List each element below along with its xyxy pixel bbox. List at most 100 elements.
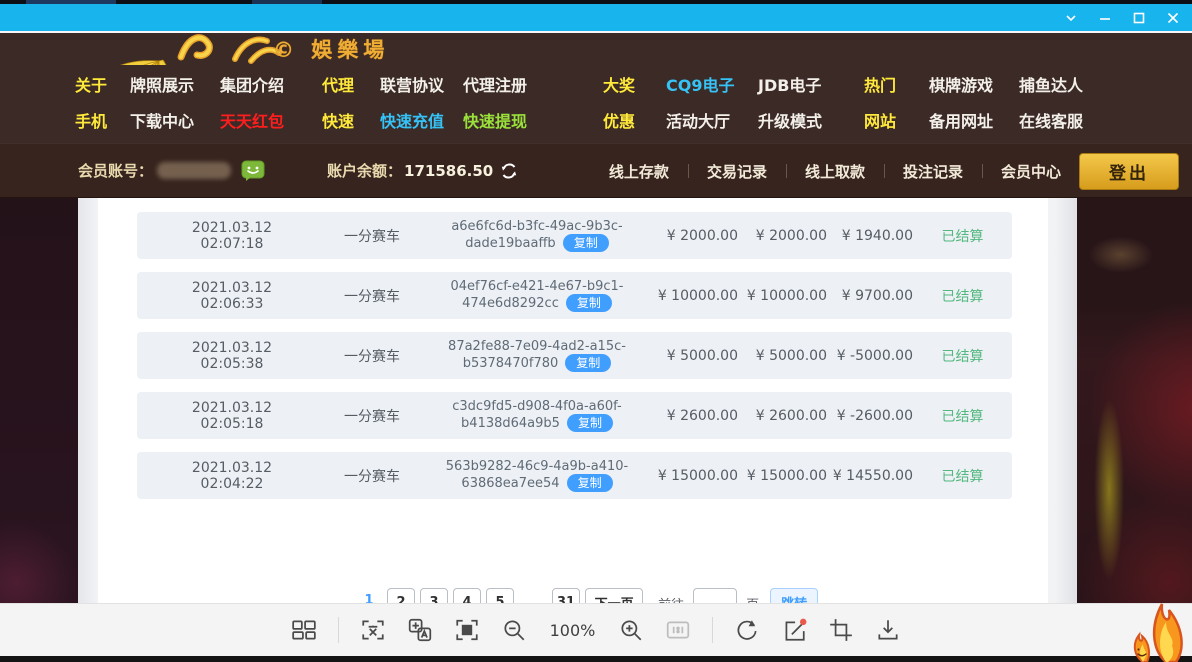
nav-item[interactable]: 代理 [322,72,380,96]
cell-win-loss: ¥ -2600.00 [827,408,913,424]
account-link[interactable]: 投注记录 [884,161,982,182]
account-link[interactable]: 线上取款 [786,161,884,182]
nav-item[interactable]: 快速充值 [380,108,463,132]
cell-win-loss: ¥ 9700.00 [827,288,913,304]
cell-status: 已结算 [913,466,1012,486]
table-row: 2021.03.12 02:05:18 一分赛车 c3dc9fd5-d908-4… [137,392,1012,439]
cell-status: 已结算 [913,286,1012,306]
cell-bet-amount: ¥ 2000.00 [657,228,738,244]
annotate-icon[interactable] [781,617,807,643]
refresh-balance-icon[interactable] [500,162,518,180]
record-time: 02:05:18 [137,416,327,432]
minimize-icon[interactable] [1088,4,1122,31]
cell-game: 一分赛车 [327,346,417,366]
one-to-one-icon[interactable] [665,617,691,643]
layout-grid-icon[interactable] [291,617,317,643]
zoom-in-icon[interactable] [618,617,644,643]
nav-item[interactable]: 天天红包 [220,108,322,132]
record-time: 02:06:33 [137,296,327,312]
phoenix-wing-icon [55,33,175,65]
table-row: 2021.03.12 02:05:38 一分赛车 87a2fe88-7e09-4… [137,332,1012,379]
rotate-icon[interactable] [734,617,760,643]
table-row: 2021.03.12 02:06:33 一分赛车 04ef76cf-e421-4… [137,272,1012,319]
logo-suffix-text: © 娛樂場 [273,34,389,64]
cell-status: 已结算 [913,226,1012,246]
nav-item[interactable]: 代理注册 [463,72,603,96]
cell-win-loss: ¥ 14550.00 [827,468,913,484]
order-id-line2: 63868ea7ee54 [461,476,559,491]
nav-item[interactable]: CQ9电子 [666,72,758,96]
records-panel: 2021.03.12 02:07:18 一分赛车 a6e6fc6d-b3fc-4… [98,198,1048,603]
cell-datetime: 2021.03.12 02:07:18 [137,220,327,252]
account-link[interactable]: 交易记录 [688,161,786,182]
nav-item[interactable]: 手机 [75,108,130,132]
download-icon[interactable] [875,617,901,643]
nav-item[interactable]: 大奖 [603,72,666,96]
copy-button[interactable]: 复制 [563,234,609,252]
nav-item[interactable]: 备用网址 [929,108,1019,132]
cell-order-id: 04ef76cf-e421-4e67-b9c1- 474e6d8292cc 复制 [417,279,657,312]
nav-row-1: 关于 牌照展示 集团介绍 代理 联营协议 代理注册 大奖 CQ9电子 JDB电子… [0,72,1192,96]
copy-button[interactable]: 复制 [567,474,613,492]
translate-icon[interactable] [407,617,433,643]
nav-item[interactable]: 活动大厅 [666,108,758,132]
account-label: 会员账号： [78,160,153,181]
nav-item[interactable]: 快速提现 [463,108,603,132]
order-id-line2: dade19baaffb [465,236,555,251]
nav-item[interactable]: 集团介绍 [220,72,322,96]
nav-item[interactable]: 关于 [75,72,130,96]
nav-item[interactable]: JDB电子 [758,72,864,96]
ocr-text-icon[interactable] [360,617,386,643]
cell-game: 一分赛车 [327,406,417,426]
nav-item[interactable]: 牌照展示 [130,72,220,96]
nav-item[interactable]: 网站 [864,108,929,132]
copy-button[interactable]: 复制 [567,414,613,432]
table-row: 2021.03.12 02:04:22 一分赛车 563b9282-46c9-4… [137,452,1012,499]
window-titlebar[interactable] [0,4,1192,31]
fit-to-screen-icon[interactable] [454,617,480,643]
cell-order-id: c3dc9fd5-d908-4f0a-a60f- b4138d64a9b5 复制 [417,399,657,432]
cell-win-loss: ¥ 1940.00 [827,228,913,244]
record-date: 2021.03.12 [137,340,327,356]
nav-item[interactable]: 热门 [864,72,929,96]
account-link[interactable]: 线上存款 [590,161,688,182]
nav-item[interactable]: 在线客服 [1019,108,1092,132]
background-left [0,198,78,603]
balance-label: 账户余额： [327,160,402,181]
chevron-down-icon[interactable] [1054,4,1088,31]
maximize-icon[interactable] [1122,4,1156,31]
nav-item[interactable]: 捕鱼达人 [1019,72,1092,96]
account-link[interactable]: 会员中心 [982,161,1080,182]
nav-item[interactable]: 棋牌游戏 [929,72,1019,96]
account-actions: 线上存款 交易记录 线上取款 投注记录 会员中心 登出 [590,144,1080,198]
logout-button[interactable]: 登出 [1079,153,1179,190]
copy-button[interactable]: 复制 [565,354,611,372]
flame-mascot-icon[interactable] [1100,588,1192,662]
zoom-out-icon[interactable] [501,617,527,643]
order-id-line1: c3dc9fd5-d908-4f0a-a60f- [417,399,657,414]
cell-game: 一分赛车 [327,286,417,306]
account-bar: 会员账号： 账户余额： 171586.50 [0,143,1192,198]
site-logo[interactable]: © 娛樂場 [55,33,175,65]
copy-button[interactable]: 复制 [566,294,612,312]
close-icon[interactable] [1156,4,1190,31]
order-id-line1: 87a2fe88-7e09-4ad2-a15c- [417,339,657,354]
record-time: 02:04:22 [137,476,327,492]
order-id-line1: a6e6fc6d-b3fc-49ac-9b3c- [417,219,657,234]
record-time: 02:07:18 [137,236,327,252]
nav-item[interactable]: 快速 [322,108,380,132]
table-row: 2021.03.12 02:07:18 一分赛车 a6e6fc6d-b3fc-4… [137,212,1012,259]
nav-item[interactable]: 联营协议 [380,72,463,96]
cell-bet-amount: ¥ 2600.00 [657,408,738,424]
crop-icon[interactable] [828,617,854,643]
record-date: 2021.03.12 [137,280,327,296]
nav-item[interactable]: 优惠 [603,108,666,132]
nav-item[interactable]: 下载中心 [130,108,220,132]
cell-datetime: 2021.03.12 02:05:18 [137,400,327,432]
cell-game: 一分赛车 [327,466,417,486]
nav-row-2: 手机 下载中心 天天红包 快速 快速充值 快速提现 优惠 活动大厅 升级模式 网… [0,108,1192,132]
nav-item[interactable]: 升级模式 [758,108,864,132]
message-icon[interactable] [241,160,265,182]
cell-valid-amount: ¥ 2000.00 [738,228,827,244]
record-date: 2021.03.12 [137,460,327,476]
